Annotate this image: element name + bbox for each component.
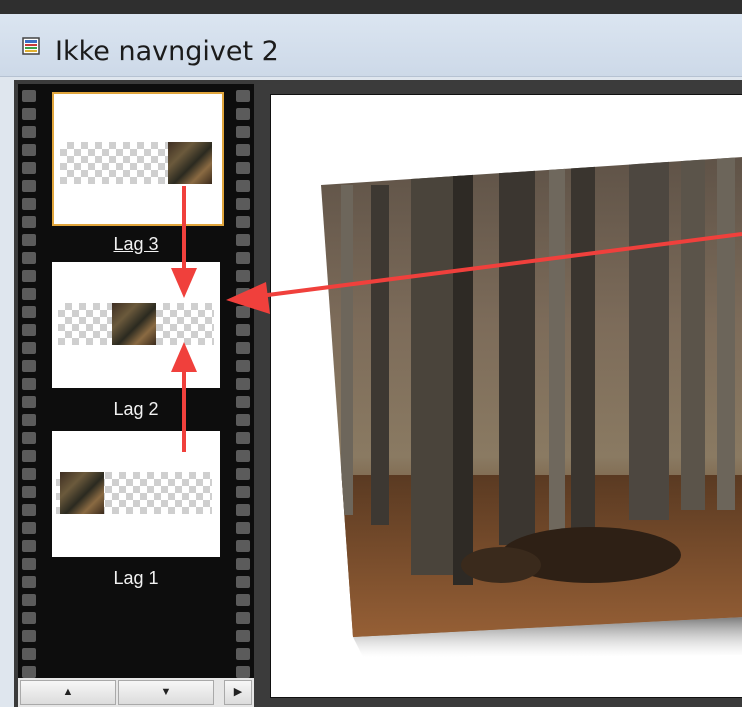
film-perforation	[22, 648, 36, 660]
top-dark-bar	[0, 0, 742, 14]
film-perforation	[236, 576, 250, 588]
filmstrip-navigation: ▲ ▼ ▶	[18, 678, 254, 707]
layer-2-photo	[112, 303, 156, 345]
film-perforation	[236, 540, 250, 552]
film-perforation	[22, 234, 36, 246]
layer-thumbnail-3[interactable]	[52, 92, 224, 226]
film-perforation	[236, 396, 250, 408]
film-perforation	[236, 234, 250, 246]
film-perforation	[22, 558, 36, 570]
scroll-up-button[interactable]: ▲	[20, 680, 116, 705]
canvas-artwork	[321, 157, 742, 657]
film-perforation	[236, 144, 250, 156]
film-perforation	[22, 522, 36, 534]
film-perforation	[236, 432, 250, 444]
scroll-down-button[interactable]: ▼	[118, 680, 214, 705]
scroll-right-button[interactable]: ▶	[224, 680, 252, 705]
film-perforation	[236, 90, 250, 102]
film-perforation	[22, 270, 36, 282]
film-perforation	[236, 270, 250, 282]
film-perforation	[236, 450, 250, 462]
film-perforation	[236, 198, 250, 210]
film-perforation	[22, 450, 36, 462]
film-perforation	[22, 576, 36, 588]
right-arrow-icon: ▶	[233, 686, 243, 698]
layer-3-preview	[60, 142, 212, 184]
film-perforation	[236, 666, 250, 678]
film-perforation	[22, 432, 36, 444]
layer-3-photo	[168, 142, 212, 184]
film-perforation	[22, 612, 36, 624]
film-perforation	[22, 414, 36, 426]
film-perforation	[22, 252, 36, 264]
layer-2-preview	[58, 303, 214, 345]
film-perforation	[22, 504, 36, 516]
film-perforation	[22, 288, 36, 300]
film-perforation	[236, 414, 250, 426]
film-perforation	[236, 180, 250, 192]
film-perforation	[22, 378, 36, 390]
forest-photo	[321, 157, 742, 637]
layer-label-1[interactable]: Lag 1	[52, 568, 220, 589]
film-perforation	[236, 486, 250, 498]
film-perforation	[22, 162, 36, 174]
film-perforation	[22, 486, 36, 498]
film-perforation	[22, 396, 36, 408]
film-perforation	[236, 648, 250, 660]
window-title: Ikke navngivet 2	[55, 36, 279, 67]
film-perforation	[236, 306, 250, 318]
layer-1-preview	[56, 472, 212, 514]
film-perforation	[22, 90, 36, 102]
film-perforation	[236, 324, 250, 336]
film-perforation	[22, 360, 36, 372]
film-perforation	[22, 666, 36, 678]
film-perforation	[22, 342, 36, 354]
film-perforation	[236, 252, 250, 264]
up-arrow-icon: ▲	[62, 686, 74, 698]
film-perforation	[22, 126, 36, 138]
film-perforation	[236, 216, 250, 228]
film-perforation	[236, 108, 250, 120]
film-perforation	[236, 162, 250, 174]
film-perforation	[236, 126, 250, 138]
film-perforation	[22, 180, 36, 192]
layer-thumbnail-2[interactable]	[52, 262, 220, 388]
film-perforation	[236, 342, 250, 354]
film-perforation	[22, 594, 36, 606]
layer-label-3[interactable]: Lag 3	[52, 234, 220, 255]
film-perforation	[22, 144, 36, 156]
down-arrow-icon: ▼	[160, 686, 172, 698]
film-perforation	[22, 216, 36, 228]
film-perforation	[22, 630, 36, 642]
film-perforation	[236, 288, 250, 300]
film-perforation	[22, 540, 36, 552]
film-perforation	[22, 198, 36, 210]
film-perforation	[22, 306, 36, 318]
layer-filmstrip: Lag 3 Lag 2 Lag 1	[18, 84, 254, 678]
film-perforation	[236, 522, 250, 534]
layer-1-photo	[60, 472, 104, 514]
film-perforation	[22, 468, 36, 480]
film-perforation	[236, 612, 250, 624]
film-perforation	[236, 378, 250, 390]
film-perforation	[236, 468, 250, 480]
film-perforation	[236, 558, 250, 570]
film-perforation	[236, 504, 250, 516]
film-perforation	[236, 594, 250, 606]
film-perforation	[236, 630, 250, 642]
layer-label-2[interactable]: Lag 2	[52, 399, 220, 420]
document-canvas[interactable]	[270, 94, 742, 698]
document-icon	[22, 37, 40, 55]
film-perforation	[22, 108, 36, 120]
film-perforation	[22, 324, 36, 336]
layer-thumbnail-1[interactable]	[52, 431, 220, 557]
film-perforation	[236, 360, 250, 372]
